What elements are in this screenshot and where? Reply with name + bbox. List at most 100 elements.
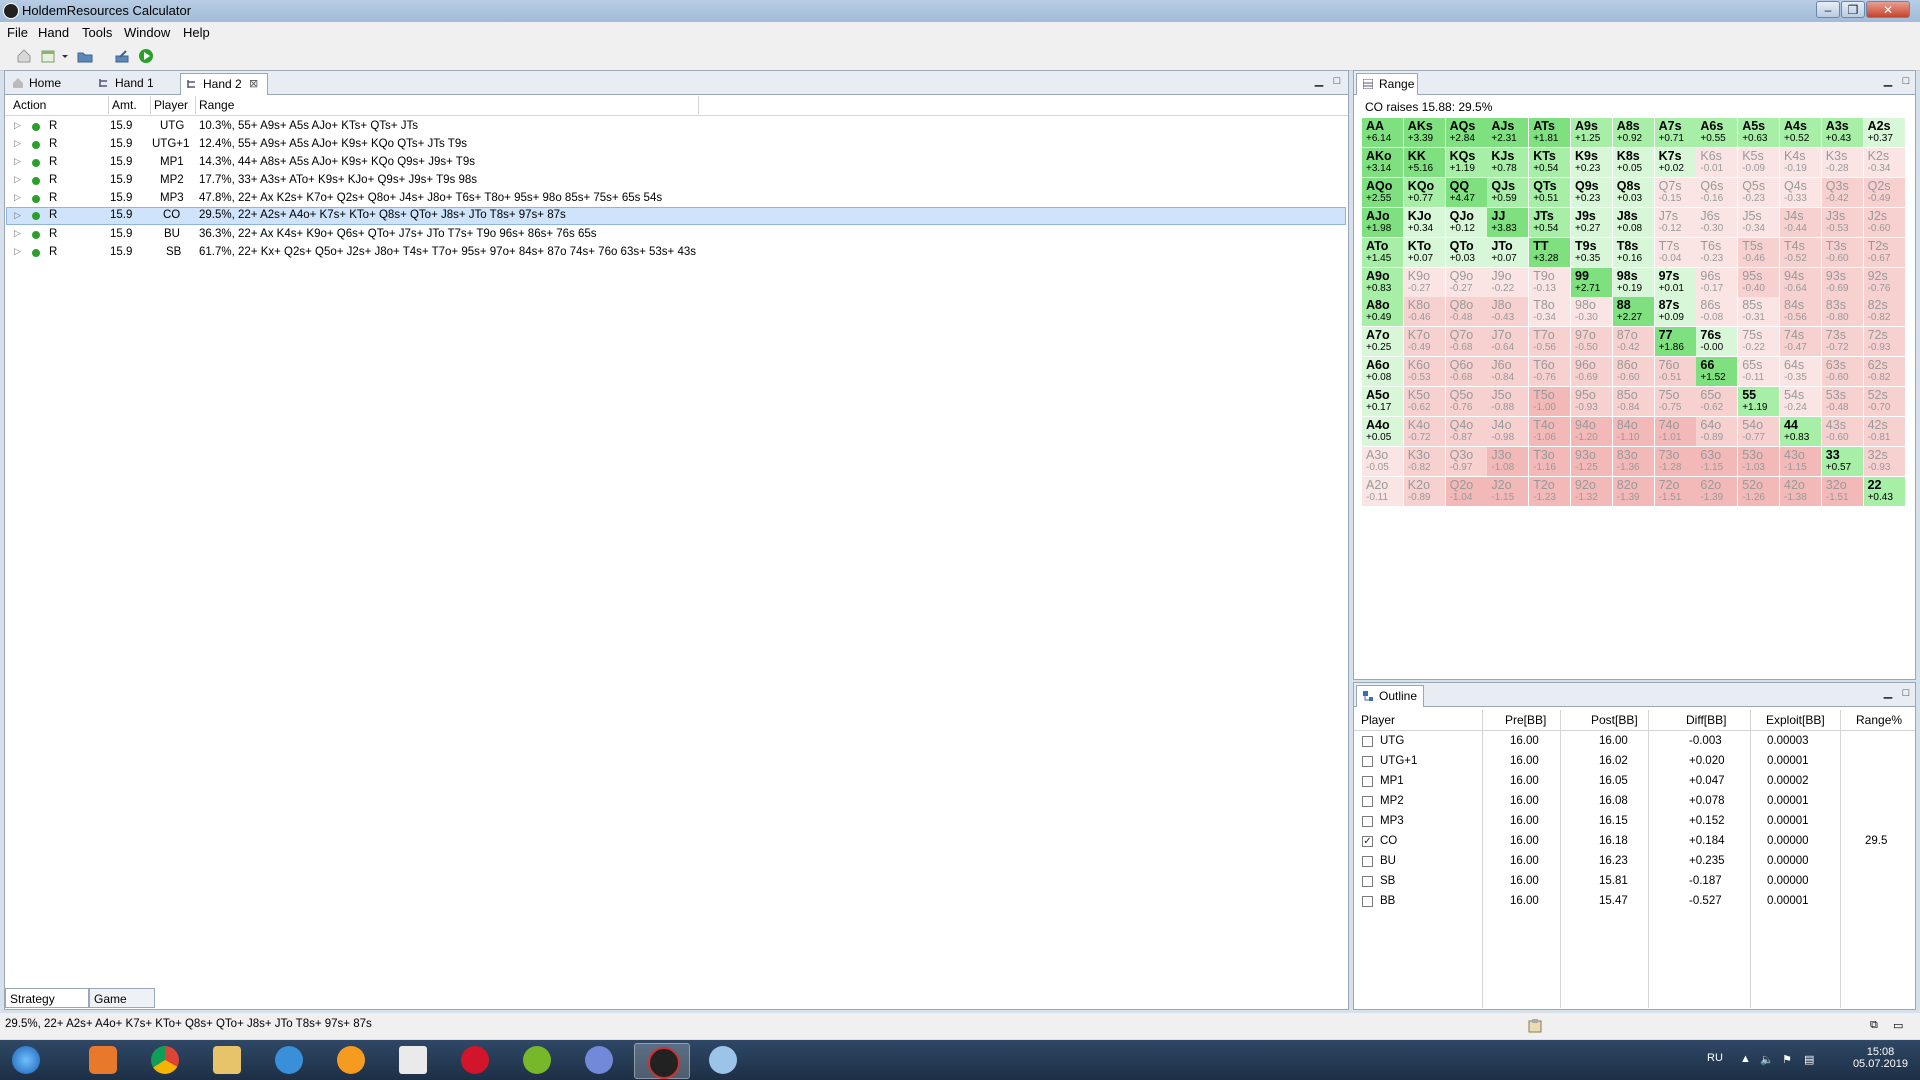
- range-cell[interactable]: K3o -0.82: [1403, 446, 1445, 476]
- range-cell[interactable]: AKo +3.14: [1362, 147, 1403, 177]
- table-row[interactable]: ▷ R 15.9 UTG+1 12.4%, 55+ A9s+ A5s AJo+ …: [6, 136, 1346, 154]
- expand-icon[interactable]: ▷: [14, 120, 21, 131]
- range-cell[interactable]: JTs +0.54: [1529, 207, 1571, 237]
- range-cell[interactable]: Q5o -0.76: [1445, 387, 1487, 417]
- maximize-view-icon[interactable]: □: [1330, 74, 1344, 88]
- range-cell[interactable]: 99 +2.71: [1571, 267, 1612, 297]
- taskbar-ie[interactable]: [262, 1043, 316, 1077]
- expand-icon[interactable]: ▷: [14, 174, 21, 185]
- range-cell[interactable]: T5s -0.46: [1738, 237, 1780, 267]
- range-cell[interactable]: 83s -0.80: [1821, 297, 1863, 327]
- taskbar-chrome[interactable]: [138, 1043, 192, 1077]
- row-checkbox[interactable]: [1362, 736, 1373, 747]
- row-checkbox[interactable]: [1362, 776, 1373, 787]
- close-tab-icon[interactable]: ⊠: [249, 74, 258, 94]
- taskbar-app-orange[interactable]: [324, 1043, 378, 1077]
- range-cell[interactable]: 86o -0.60: [1612, 357, 1654, 387]
- range-cell[interactable]: J7o -0.64: [1487, 327, 1529, 357]
- range-cell[interactable]: 54s -0.24: [1780, 387, 1821, 417]
- range-cell[interactable]: T8s +0.16: [1612, 237, 1654, 267]
- range-cell[interactable]: K9s +0.23: [1571, 147, 1612, 177]
- range-cell[interactable]: K7s +0.02: [1654, 147, 1696, 177]
- range-cell[interactable]: Q6s -0.16: [1696, 177, 1738, 207]
- range-cell[interactable]: KJo +0.34: [1403, 207, 1445, 237]
- range-cell[interactable]: 76s -0.00: [1696, 327, 1738, 357]
- outline-row[interactable]: MP2 16.00 16.08 +0.078 0.00001: [1356, 792, 1916, 812]
- clipboard-icon[interactable]: [1527, 1018, 1543, 1034]
- range-cell[interactable]: A3s +0.43: [1821, 118, 1863, 147]
- row-checkbox[interactable]: [1362, 876, 1373, 887]
- tab-outline[interactable]: Outline: [1356, 685, 1424, 707]
- open-icon[interactable]: [77, 48, 93, 64]
- range-cell[interactable]: J8s +0.08: [1612, 207, 1654, 237]
- range-cell[interactable]: A5s +0.63: [1738, 118, 1780, 147]
- range-cell[interactable]: J2s -0.60: [1863, 207, 1905, 237]
- tab-strategy-table[interactable]: Strategy Table: [5, 988, 89, 1026]
- expand-icon[interactable]: ▷: [14, 210, 21, 221]
- menu-help[interactable]: Help: [183, 25, 210, 40]
- range-cell[interactable]: K7o -0.49: [1403, 327, 1445, 357]
- range-cell[interactable]: A9s +1.25: [1571, 118, 1612, 147]
- range-cell[interactable]: Q7o -0.68: [1445, 327, 1487, 357]
- minimize-view-icon[interactable]: ▁: [1881, 686, 1895, 700]
- range-cell[interactable]: A2s +0.37: [1863, 118, 1905, 147]
- outline-row[interactable]: MP1 16.00 16.05 +0.047 0.00002: [1356, 772, 1916, 792]
- range-cell[interactable]: 32s -0.93: [1863, 446, 1905, 476]
- range-cell[interactable]: T4o -1.06: [1529, 417, 1571, 446]
- taskbar-utorrent[interactable]: [510, 1043, 564, 1077]
- range-cell[interactable]: T8o -0.34: [1529, 297, 1571, 327]
- range-cell[interactable]: J6s -0.30: [1696, 207, 1738, 237]
- range-cell[interactable]: T7o -0.56: [1529, 327, 1571, 357]
- tray-arrow-icon[interactable]: ▲: [1740, 1053, 1754, 1067]
- range-cell[interactable]: KTo +0.07: [1403, 237, 1445, 267]
- range-cell[interactable]: 96s -0.17: [1696, 267, 1738, 297]
- expand-icon[interactable]: ▷: [14, 246, 21, 257]
- tab-hand-1[interactable]: Hand 1: [93, 73, 177, 93]
- range-cell[interactable]: K6s -0.01: [1696, 147, 1738, 177]
- range-cell[interactable]: Q8o -0.48: [1445, 297, 1487, 327]
- outline-row[interactable]: UTG 16.00 16.00 -0.003 0.00003: [1356, 732, 1916, 752]
- range-cell[interactable]: 82s -0.82: [1863, 297, 1905, 327]
- range-cell[interactable]: Q3o -0.97: [1445, 446, 1487, 476]
- range-cell[interactable]: K4o -0.72: [1403, 417, 1445, 446]
- table-row[interactable]: ▷ R 15.9 MP3 47.8%, 22+ Ax K2s+ K7o+ Q2s…: [6, 190, 1346, 208]
- range-cell[interactable]: 55 +1.19: [1738, 387, 1780, 417]
- range-cell[interactable]: JJ +3.83: [1487, 207, 1529, 237]
- run-icon[interactable]: [138, 48, 154, 64]
- range-cell[interactable]: 43s -0.60: [1821, 417, 1863, 446]
- range-cell[interactable]: A7o +0.25: [1362, 327, 1403, 357]
- range-cell[interactable]: 75s -0.22: [1738, 327, 1780, 357]
- expand-icon[interactable]: ▷: [14, 228, 21, 239]
- range-cell[interactable]: J2o -1.15: [1487, 476, 1529, 506]
- range-cell[interactable]: Q8s +0.03: [1612, 177, 1654, 207]
- range-cell[interactable]: ATo +1.45: [1362, 237, 1403, 267]
- range-cell[interactable]: Q6o -0.68: [1445, 357, 1487, 387]
- outline-row[interactable]: SB 16.00 15.81 -0.187 0.00000: [1356, 872, 1916, 892]
- range-cell[interactable]: 88 +2.27: [1612, 297, 1654, 327]
- table-row[interactable]: ▷ R 15.9 BU 36.3%, 22+ Ax K4s+ K9o+ Q6s+…: [6, 226, 1346, 244]
- range-cell[interactable]: KQs +1.19: [1445, 147, 1487, 177]
- range-cell[interactable]: K4s -0.19: [1780, 147, 1821, 177]
- range-cell[interactable]: T3s -0.60: [1821, 237, 1863, 267]
- range-cell[interactable]: 65o -0.62: [1696, 387, 1738, 417]
- range-cell[interactable]: QJo +0.12: [1445, 207, 1487, 237]
- table-row[interactable]: ▷ R 15.9 SB 61.7%, 22+ Kx+ Q2s+ Q5o+ J2s…: [6, 244, 1346, 262]
- range-cell[interactable]: 63s -0.60: [1821, 357, 1863, 387]
- range-cell[interactable]: 66 +1.52: [1696, 357, 1738, 387]
- header-range[interactable]: Range: [199, 98, 234, 112]
- range-cell[interactable]: 63o -1.15: [1696, 446, 1738, 476]
- range-cell[interactable]: 74o -1.01: [1654, 417, 1696, 446]
- range-cell[interactable]: KTs +0.54: [1529, 147, 1571, 177]
- range-cell[interactable]: 72o -1.51: [1654, 476, 1696, 506]
- range-cell[interactable]: K2o -0.89: [1403, 476, 1445, 506]
- range-cell[interactable]: 92o -1.32: [1571, 476, 1612, 506]
- tab-game-tree[interactable]: Game Tree: [89, 988, 155, 1026]
- range-cell[interactable]: T2o -1.23: [1529, 476, 1571, 506]
- range-cell[interactable]: J5o -0.88: [1487, 387, 1529, 417]
- range-cell[interactable]: 84s -0.56: [1780, 297, 1821, 327]
- header-amt[interactable]: Amt.: [112, 98, 137, 112]
- range-cell[interactable]: J4o -0.98: [1487, 417, 1529, 446]
- range-cell[interactable]: AKs +3.39: [1403, 118, 1445, 147]
- range-cell[interactable]: K9o -0.27: [1403, 267, 1445, 297]
- range-cell[interactable]: JTo +0.07: [1487, 237, 1529, 267]
